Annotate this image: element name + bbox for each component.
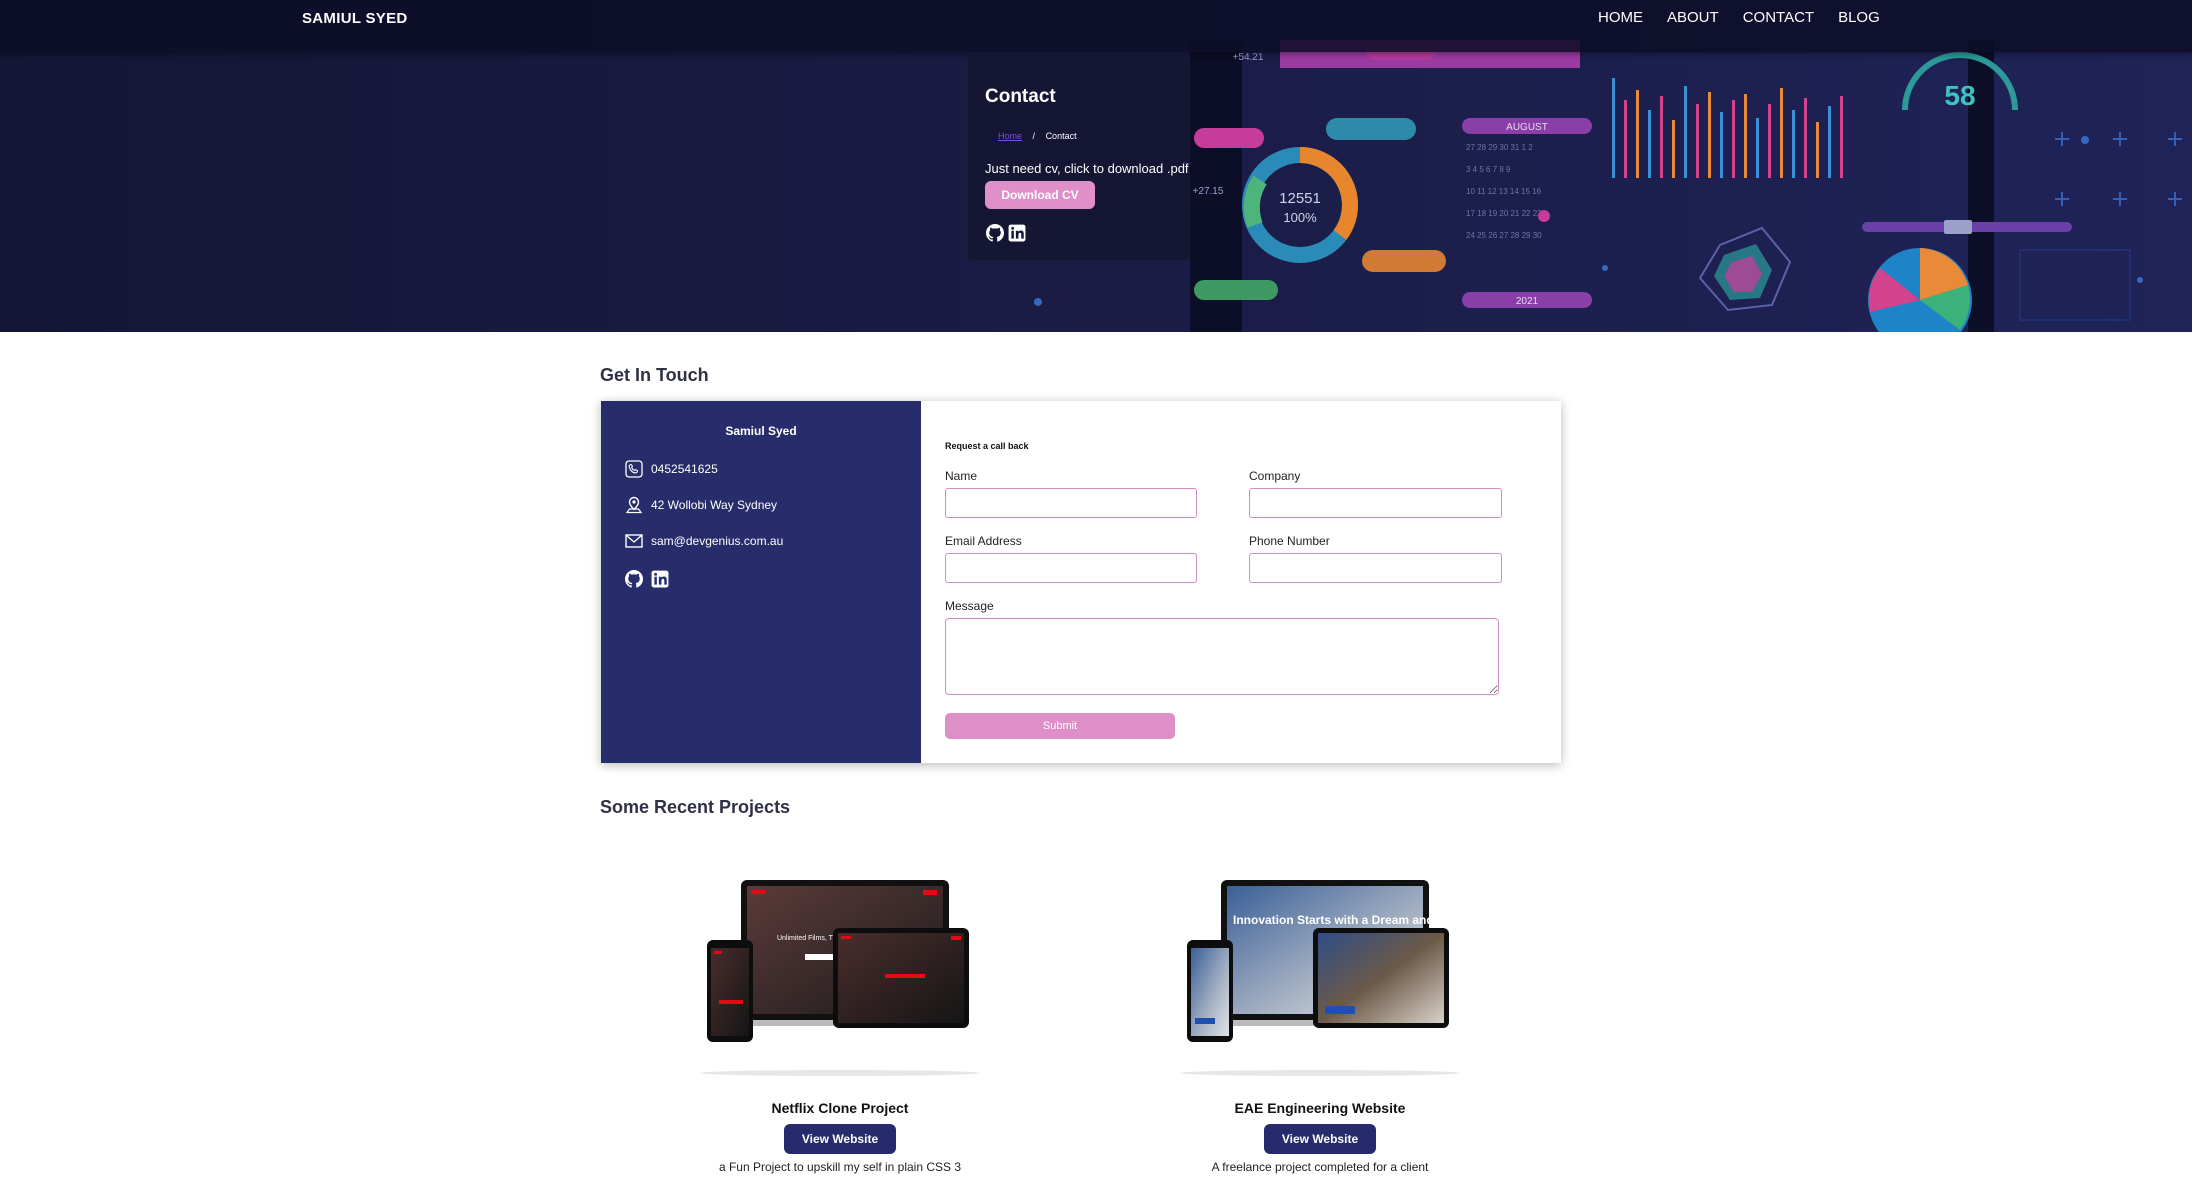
breadcrumb-home-link[interactable]: Home (998, 131, 1022, 141)
linkedin-icon[interactable] (1008, 224, 1026, 242)
email-row: sam@devgenius.com.au (625, 532, 783, 550)
view-website-button[interactable]: View Website (784, 1124, 896, 1154)
nav-link-home[interactable]: HOME (1598, 9, 1643, 26)
contact-social-links (625, 570, 669, 588)
svg-text:27 28 29 30 31 1 2: 27 28 29 30 31 1 2 (1466, 143, 1533, 152)
recent-projects-heading: Some Recent Projects (600, 797, 791, 817)
phone-row: 0452541625 (625, 460, 718, 478)
email-field[interactable] (945, 553, 1197, 583)
address-row: 42 Wollobi Way Sydney (625, 496, 777, 514)
form-heading: Request a call back (945, 441, 1029, 451)
contact-email[interactable]: sam@devgenius.com.au (651, 534, 783, 548)
contact-address: 42 Wollobi Way Sydney (651, 498, 778, 512)
linkedin-icon[interactable] (651, 570, 669, 588)
calendar-month: AUGUST (1506, 122, 1548, 133)
nav-link-about[interactable]: ABOUT (1667, 9, 1719, 26)
github-icon[interactable] (625, 570, 643, 588)
cv-download-text: Just need cv, click to download .pdf (985, 161, 1189, 176)
contact-phone[interactable]: 0452541625 (651, 462, 718, 476)
project-card-netflix: Unlimited Films, TV Programmes and more.… (680, 868, 1000, 1174)
get-in-touch-heading: Get In Touch (600, 365, 709, 385)
message-textarea[interactable] (945, 618, 1499, 695)
nav-links: HOME ABOUT CONTACT BLOG (1598, 9, 1904, 26)
location-pin-icon (625, 496, 643, 514)
message-label: Message (945, 599, 994, 613)
svg-text:17 18 19 20 21 22 23: 17 18 19 20 21 22 23 (1466, 209, 1542, 218)
download-cv-button[interactable]: Download CV (985, 181, 1095, 209)
project-title: Netflix Clone Project (771, 1100, 909, 1116)
calendar-year: 2021 (1516, 296, 1539, 307)
top-navbar: SAMIUL SYED HOME ABOUT CONTACT BLOG (0, 0, 2192, 52)
netflix-devices-mockup: Unlimited Films, TV Programmes and more. (700, 880, 980, 1076)
svg-text:3 4 5 6 7 8 9: 3 4 5 6 7 8 9 (1466, 165, 1511, 174)
phone-label: Phone Number (1249, 534, 1330, 548)
email-label: Email Address (945, 534, 1022, 548)
eae-devices-mockup: Innovation Starts with a Dream and a Pla… (1180, 880, 1465, 1076)
phone-field[interactable] (1249, 553, 1502, 583)
phone-icon (625, 460, 643, 478)
project-description: A freelance project completed for a clie… (1211, 1160, 1429, 1174)
contact-form-card: Samiul Syed 0452541625 42 Wollobi Way Sy… (601, 401, 1561, 763)
gauge-value: 58 (1944, 80, 1975, 111)
contact-person-name: Samiul Syed (725, 424, 797, 438)
view-website-button[interactable]: View Website (1264, 1124, 1376, 1154)
breadcrumb: Home / Contact (998, 131, 1077, 141)
project-description: a Fun Project to upskill my self in plai… (718, 1160, 962, 1174)
donut-percent: 100% (1283, 210, 1317, 225)
badge-top: +54.21 (1233, 52, 1264, 63)
svg-text:24 25 26 27 28 29 30: 24 25 26 27 28 29 30 (1466, 231, 1542, 240)
eae-screen-text: Innovation Starts with a Dream and a Pla… (1233, 913, 1465, 927)
breadcrumb-separator: / (1032, 131, 1036, 141)
svg-text:10 11 12 13 14 15 16: 10 11 12 13 14 15 16 (1466, 187, 1542, 196)
github-icon[interactable] (986, 224, 1004, 242)
project-card-eae: Innovation Starts with a Dream and a Pla… (1160, 868, 1480, 1174)
name-label: Name (945, 469, 978, 483)
donut-value: 12551 (1279, 190, 1321, 207)
project-title: EAE Engineering Website (1234, 1100, 1406, 1116)
envelope-icon (625, 534, 643, 548)
nav-link-blog[interactable]: BLOG (1838, 9, 1880, 26)
hero-banner: 12551 100% +54.21 +27.15 AUGUST 27 28 29… (0, 0, 2192, 332)
submit-button[interactable]: Submit (945, 713, 1175, 739)
page-title: Contact (985, 86, 1056, 107)
nav-link-contact[interactable]: CONTACT (1743, 9, 1814, 26)
hero-social-links (986, 224, 1026, 242)
site-brand[interactable]: SAMIUL SYED (302, 10, 408, 27)
company-field[interactable] (1249, 488, 1502, 518)
badge-left: +27.15 (1193, 186, 1224, 197)
name-field[interactable] (945, 488, 1197, 518)
company-label: Company (1249, 469, 1301, 483)
breadcrumb-current: Contact (1045, 131, 1077, 141)
contact-info-panel: Samiul Syed 0452541625 42 Wollobi Way Sy… (601, 401, 921, 763)
